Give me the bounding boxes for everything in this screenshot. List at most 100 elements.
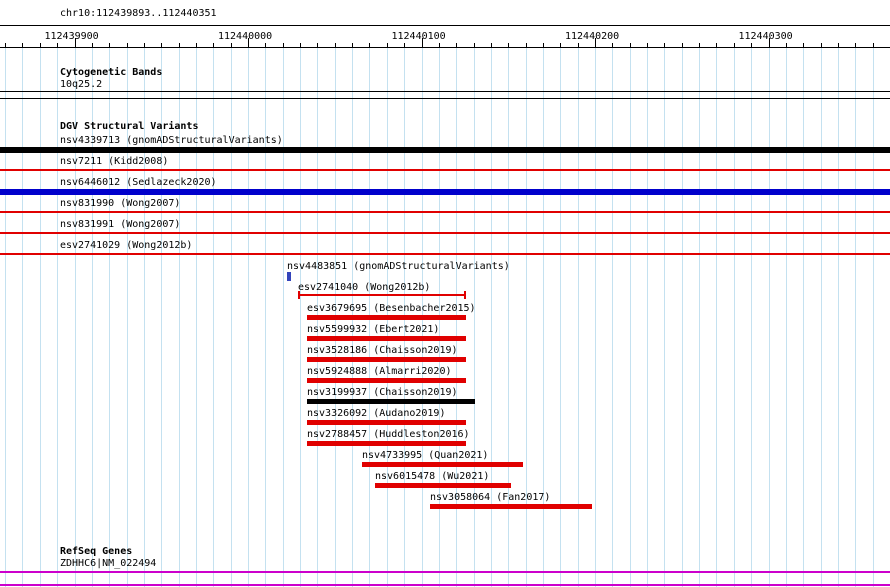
gridline (820, 47, 822, 587)
gridline (647, 47, 649, 587)
gridline (265, 47, 267, 587)
ruler-minor-tick (92, 43, 93, 48)
variant-label[interactable]: nsv4339713 (gnomADStructuralVariants) (60, 135, 283, 146)
ruler-minor-tick (855, 43, 856, 48)
variant-bar[interactable] (0, 211, 890, 213)
ruler-minor-tick (109, 43, 110, 48)
gridline (733, 47, 735, 587)
ruler-coordinate-label: 112440100 (391, 31, 446, 42)
variant-label[interactable]: nsv4483851 (gnomADStructuralVariants) (287, 261, 510, 272)
variant-bar[interactable] (307, 441, 466, 446)
ruler-minor-tick (456, 43, 457, 48)
ruler-minor-tick (213, 43, 214, 48)
variant-label[interactable]: nsv6015478 (Wu2021) (375, 471, 489, 482)
gridline (300, 47, 302, 587)
ruler-axis-line (0, 47, 890, 48)
gridline (872, 47, 874, 587)
variant-label[interactable]: nsv5924888 (Almarri2020) (307, 366, 452, 377)
gridline (855, 47, 857, 587)
ruler-minor-tick (560, 43, 561, 48)
cytoband-top-border[interactable] (0, 91, 890, 92)
variant-label[interactable]: nsv6446012 (Sedlazeck2020) (60, 177, 217, 188)
ruler-minor-tick (716, 43, 717, 48)
gridline (39, 47, 41, 587)
gridline (230, 47, 232, 587)
ruler-minor-tick (543, 43, 544, 48)
gridline (22, 47, 24, 587)
variant-label[interactable]: nsv7211 (Kidd2008) (60, 156, 168, 167)
ruler-minor-tick (838, 43, 839, 48)
variant-bar[interactable] (307, 357, 466, 362)
variant-bar[interactable] (430, 504, 592, 509)
variant-bar[interactable] (307, 378, 466, 383)
variant-bar[interactable] (0, 253, 890, 255)
refseq-gene-line-2[interactable] (0, 584, 890, 586)
ruler-minor-tick (335, 43, 336, 48)
variant-bar[interactable] (287, 272, 291, 281)
ruler-minor-tick (578, 43, 579, 48)
variant-bar[interactable] (375, 483, 511, 488)
ruler-minor-tick (127, 43, 128, 48)
variant-bar[interactable] (307, 315, 466, 320)
gridline (57, 47, 59, 587)
variant-bar[interactable] (0, 189, 890, 195)
ruler-minor-tick (699, 43, 700, 48)
variant-label[interactable]: nsv831990 (Wong2007) (60, 198, 180, 209)
ruler-minor-tick (387, 43, 388, 48)
ruler-coordinate-label: 112440300 (738, 31, 793, 42)
cytoband-bottom-border[interactable] (0, 98, 890, 99)
ruler-minor-tick (803, 43, 804, 48)
ruler-minor-tick (369, 43, 370, 48)
gridline (699, 47, 701, 587)
ruler-minor-tick (161, 43, 162, 48)
gridline (681, 47, 683, 587)
variant-label[interactable]: nsv3058064 (Fan2017) (430, 492, 550, 503)
ruler-minor-tick (404, 43, 405, 48)
position-range-label: chr10:112439893..112440351 (60, 8, 217, 19)
ruler-minor-tick (317, 43, 318, 48)
gridline (837, 47, 839, 587)
gridline (803, 47, 805, 587)
variant-label[interactable]: nsv5599932 (Ebert2021) (307, 324, 439, 335)
ruler-minor-tick (821, 43, 822, 48)
ruler-minor-tick (734, 43, 735, 48)
gridline (751, 47, 753, 587)
variant-label[interactable]: nsv3326092 (Audano2019) (307, 408, 445, 419)
ruler-minor-tick (491, 43, 492, 48)
ruler-minor-tick (196, 43, 197, 48)
ruler-minor-tick (40, 43, 41, 48)
variant-bar[interactable] (307, 399, 475, 404)
variant-label[interactable]: nsv3528186 (Chaisson2019) (307, 345, 458, 356)
variant-bar[interactable] (0, 169, 890, 171)
section-title-dgv-structural-variants: DGV Structural Variants (60, 121, 199, 132)
ruler-minor-tick (265, 43, 266, 48)
ruler-minor-tick (751, 43, 752, 48)
variant-label[interactable]: esv2741029 (Wong2012b) (60, 240, 192, 251)
section-title-refseq-genes: RefSeq Genes (60, 546, 133, 557)
variant-bar[interactable] (307, 336, 466, 341)
variant-bar[interactable] (307, 420, 466, 425)
gridline (595, 47, 596, 587)
ruler-coordinate-label: 112440000 (218, 31, 273, 42)
variant-bar[interactable] (0, 232, 890, 234)
ruler-minor-tick (352, 43, 353, 48)
variant-label[interactable]: nsv831991 (Wong2007) (60, 219, 180, 230)
variant-bar[interactable] (0, 147, 890, 153)
variant-label[interactable]: nsv3199937 (Chaisson2019) (307, 387, 458, 398)
gridline (282, 47, 284, 587)
ruler-coordinate-label: 112439900 (44, 31, 99, 42)
variant-bar[interactable] (362, 462, 523, 467)
ruler-minor-tick (664, 43, 665, 48)
refseq-gene-label[interactable]: ZDHHC6|NM_022494 (60, 558, 156, 569)
variant-span-endcap-right (464, 291, 466, 299)
variant-label[interactable]: nsv4733995 (Quan2021) (362, 450, 488, 461)
ruler-minor-tick (474, 43, 475, 48)
refseq-gene-line[interactable] (0, 571, 890, 573)
gridline (5, 47, 7, 587)
variant-label[interactable]: esv2741040 (Wong2012b) (298, 282, 430, 293)
ruler-minor-tick (786, 43, 787, 48)
ruler-minor-tick (873, 43, 874, 48)
variant-label[interactable]: nsv2788457 (Huddleston2016) (307, 429, 470, 440)
ruler-minor-tick (144, 43, 145, 48)
variant-label[interactable]: esv3679695 (Besenbacher2015) (307, 303, 476, 314)
